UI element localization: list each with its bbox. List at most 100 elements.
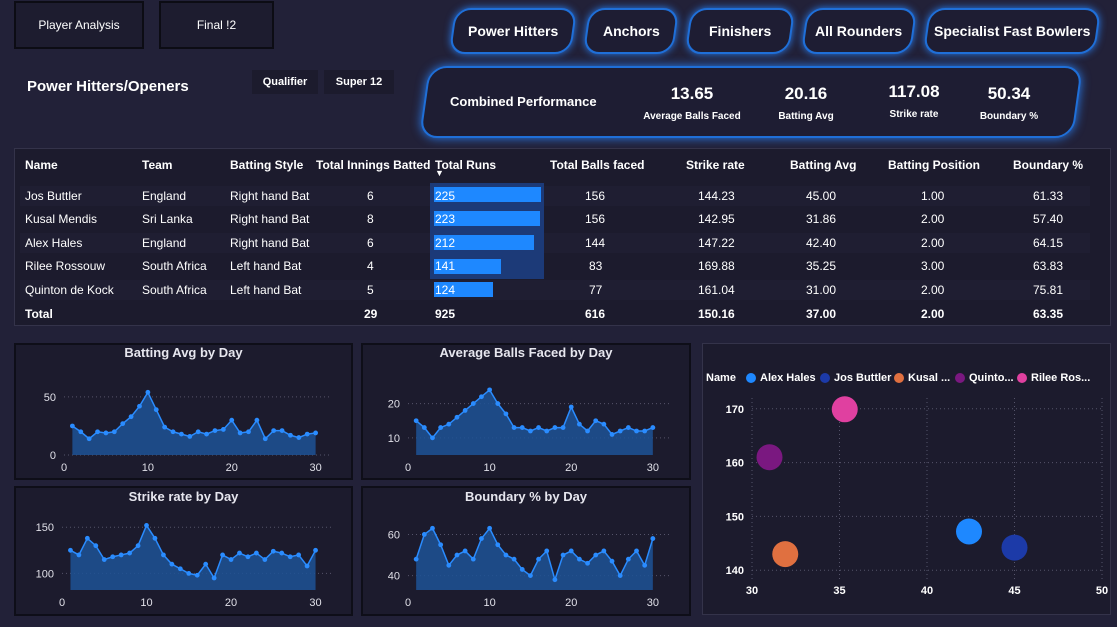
x-tick-label: 30 [746, 585, 758, 597]
data-point [609, 432, 615, 437]
cell-boundary: 63.83 [1033, 259, 1064, 273]
x-tick-label: 0 [59, 597, 65, 609]
kpi-average-balls-faced-label: Average Balls Faced [643, 111, 741, 122]
column-header-name[interactable]: Name [25, 158, 58, 172]
column-header-batting-position[interactable]: Batting Position [888, 158, 980, 172]
data-point [568, 404, 574, 410]
data-point [271, 428, 277, 434]
scatter-point [756, 444, 783, 471]
area-fill [72, 392, 316, 455]
data-point [413, 556, 419, 562]
cell-sr: 169.88 [698, 259, 735, 273]
cell-balls: 144 [585, 236, 606, 250]
data-point [211, 575, 217, 581]
data-point [169, 561, 175, 567]
category-all-rounders-button[interactable]: All Rounders [800, 8, 918, 54]
data-point [304, 431, 310, 437]
kpi-strike-rate-label: Strike rate [889, 109, 939, 120]
cell-sr: 144.23 [698, 189, 735, 203]
column-header-total-balls[interactable]: Total Balls faced [550, 158, 644, 172]
data-point [179, 431, 184, 437]
data-point [495, 542, 501, 548]
category-label: Anchors [602, 23, 660, 39]
column-header-team[interactable]: Team [142, 158, 172, 172]
data-point [511, 556, 517, 562]
final-button[interactable]: Final !2 [159, 1, 274, 49]
category-specialist-fast-bowlers-button[interactable]: Specialist Fast Bowlers [922, 8, 1102, 54]
data-point [454, 552, 460, 558]
cell-team: England [142, 236, 187, 250]
data-point [279, 428, 285, 434]
cell-name: Rilee Rossouw [25, 259, 106, 273]
combined-performance-label: Combined Performance [450, 94, 597, 109]
data-point [76, 552, 82, 558]
cell-innings: 5 [367, 283, 374, 297]
player-analysis-label: Player Analysis [38, 18, 120, 32]
data-point [110, 554, 116, 560]
y-tick-label: 160 [726, 458, 744, 470]
stage-qualifier-button[interactable]: Qualifier [252, 70, 318, 94]
data-point [93, 543, 99, 549]
data-point [430, 435, 435, 441]
cell-pos: 2.00 [921, 236, 945, 250]
area-fill [416, 528, 653, 590]
x-tick-label: 50 [1096, 585, 1108, 597]
cell-style: Right hand Bat [230, 189, 310, 203]
kpi-batting-avg-label: Batting Avg [778, 111, 834, 122]
category-power-hitters-button[interactable]: Power Hitters [448, 8, 578, 54]
x-tick-label: 40 [921, 585, 933, 597]
data-point [470, 556, 476, 562]
cell-sr: 147.22 [698, 236, 735, 250]
data-point [170, 429, 176, 435]
data-point [220, 552, 225, 558]
column-header-strike-rate[interactable]: Strike rate [686, 158, 745, 172]
column-header-batting-style[interactable]: Batting Style [230, 158, 303, 172]
kpi-average-balls-faced-value: 13.65 [670, 84, 714, 103]
column-header-batting-avg[interactable]: Batting Avg [790, 158, 856, 172]
category-label: Power Hitters [467, 23, 559, 39]
cell-style: Right hand Bat [230, 236, 310, 250]
category-anchors-button[interactable]: Anchors [582, 8, 680, 54]
cell-name: Kusal Mendis [25, 212, 98, 226]
category-label: Specialist Fast Bowlers [933, 23, 1091, 39]
x-tick-label: 10 [483, 462, 495, 474]
data-point [253, 550, 259, 556]
y-tick-label: 150 [726, 511, 744, 523]
data-point [95, 429, 100, 435]
data-point [470, 401, 476, 406]
data-point [503, 411, 509, 417]
cell-pos: 2.00 [921, 283, 945, 297]
stage-label: Qualifier [262, 76, 308, 88]
data-point [446, 421, 452, 427]
cell-innings: 6 [367, 236, 374, 250]
data-point [313, 430, 319, 436]
column-header-total-innings[interactable]: Total Innings Batted [316, 158, 430, 172]
stage-super-12-button[interactable]: Super 12 [324, 70, 394, 94]
x-tick-label: 30 [647, 462, 659, 474]
cell-runs: 212 [435, 236, 456, 250]
data-point [519, 425, 525, 430]
column-header-total-runs[interactable]: Total Runs [435, 158, 496, 172]
area-fill [70, 525, 316, 590]
data-point [642, 562, 648, 568]
data-point [118, 552, 124, 558]
data-point [593, 552, 599, 558]
y-tick-label: 150 [36, 522, 54, 534]
data-point [68, 547, 73, 553]
data-point [601, 421, 607, 427]
x-tick-label: 20 [226, 462, 238, 474]
data-point [162, 424, 168, 430]
column-header-boundary[interactable]: Boundary % [1013, 158, 1083, 172]
data-point [127, 550, 133, 556]
data-point [237, 550, 242, 556]
cell-pos: 2.00 [921, 212, 945, 226]
data-point [229, 417, 235, 423]
category-finishers-button[interactable]: Finishers [684, 8, 796, 54]
data-point [576, 421, 582, 427]
page-title: Power Hitters/Openers [27, 78, 189, 95]
x-tick-label: 0 [405, 462, 411, 474]
cell-avg: 35.25 [806, 259, 837, 273]
player-analysis-button[interactable]: Player Analysis [14, 1, 144, 49]
data-point [552, 577, 558, 583]
cell-runs: 225 [435, 189, 456, 203]
